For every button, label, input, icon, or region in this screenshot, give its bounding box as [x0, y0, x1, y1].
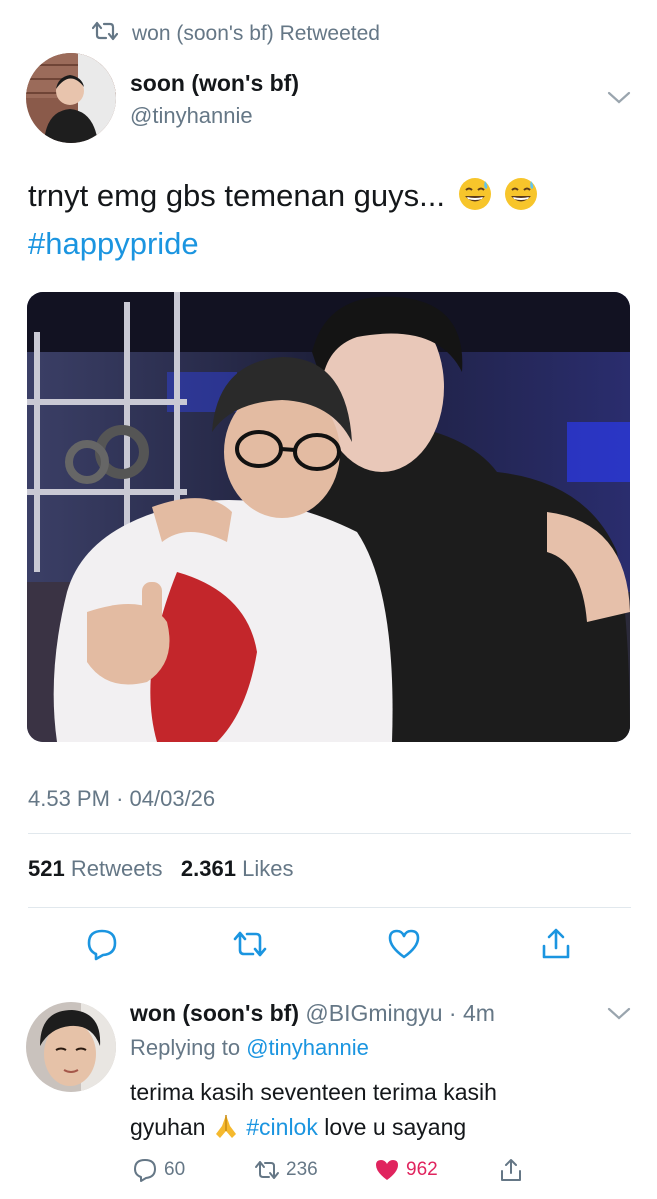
like-icon[interactable]	[386, 926, 422, 962]
sweat-smile-emoji	[458, 177, 492, 211]
reply-icon[interactable]	[84, 926, 120, 962]
reply-line-2-end: love u sayang	[324, 1114, 467, 1140]
reply-reply-button[interactable]: 60	[132, 1157, 185, 1183]
tweet-body: trnyt emg gbs temenan guys...	[28, 178, 445, 213]
reply-line-2-start: gyuhan	[130, 1114, 206, 1140]
reply-share-button[interactable]	[498, 1157, 524, 1183]
retweet-banner-text: won (soon's bf) Retweeted	[132, 22, 380, 45]
reply-like-button[interactable]: 962	[374, 1157, 438, 1183]
retweets-stat[interactable]: 521 Retweets	[28, 856, 163, 881]
reply-text: terima kasih seventeen terima kasih gyuh…	[130, 1075, 590, 1145]
tweet-timestamp[interactable]: 4.53 PM · 04/03/26	[28, 786, 215, 812]
reply-author-handle[interactable]: @BIGmingyu	[305, 1000, 442, 1026]
tweet-stats: 521 Retweets 2.361 Likes	[28, 856, 293, 882]
reply-retweet-button[interactable]: 236	[254, 1157, 318, 1183]
chevron-down-icon[interactable]	[606, 1006, 632, 1027]
reply-icon	[134, 1159, 156, 1182]
reply-count: 60	[164, 1159, 186, 1180]
reply-hashtag-link[interactable]: #cinlok	[246, 1114, 318, 1140]
praying-hands-icon	[212, 1112, 240, 1140]
replying-to-handle[interactable]: @tinyhannie	[246, 1035, 369, 1060]
retweets-count: 521	[28, 856, 65, 881]
divider	[28, 833, 631, 834]
retweets-label: Retweets	[70, 856, 163, 881]
author-name[interactable]: soon (won's bf)	[130, 70, 299, 97]
reply-time: 4m	[462, 1000, 495, 1026]
tweet-date: 04/03/26	[129, 786, 216, 811]
reply-line-1: terima kasih seventeen terima kasih	[130, 1079, 497, 1105]
like-icon	[376, 1160, 398, 1180]
retweet-icon[interactable]	[232, 926, 268, 962]
retweet-icon	[91, 20, 119, 48]
tweet-photo[interactable]	[27, 292, 630, 742]
reply-like-count: 962	[406, 1159, 438, 1180]
replying-to: Replying to @tinyhannie	[130, 1035, 369, 1061]
reply-retweet-count: 236	[286, 1159, 318, 1180]
replying-to-label: Replying to	[130, 1035, 241, 1060]
likes-stat[interactable]: 2.361 Likes	[181, 856, 294, 881]
reply-author-name[interactable]: won (soon's bf)	[130, 1000, 299, 1026]
likes-count: 2.361	[180, 856, 236, 881]
reply-header: won (soon's bf) @BIGmingyu · 4m	[130, 1000, 495, 1026]
retweet-banner: won (soon's bf) Retweeted	[91, 20, 380, 48]
retweet-icon	[255, 1161, 279, 1179]
share-icon[interactable]	[538, 926, 574, 962]
tweet-text: trnyt emg gbs temenan guys... #happyprid…	[28, 172, 628, 268]
sweat-smile-emoji	[504, 177, 538, 211]
divider	[28, 907, 631, 908]
reply-author-avatar[interactable]	[26, 1002, 116, 1092]
author-avatar[interactable]	[26, 53, 116, 143]
hashtag-link[interactable]: #happypride	[28, 226, 199, 261]
share-icon	[501, 1159, 521, 1181]
likes-label: Likes	[242, 856, 294, 881]
chevron-down-icon[interactable]	[606, 90, 632, 111]
tweet-time: 4.53 PM	[28, 786, 110, 811]
author-handle[interactable]: @tinyhannie	[130, 103, 253, 129]
